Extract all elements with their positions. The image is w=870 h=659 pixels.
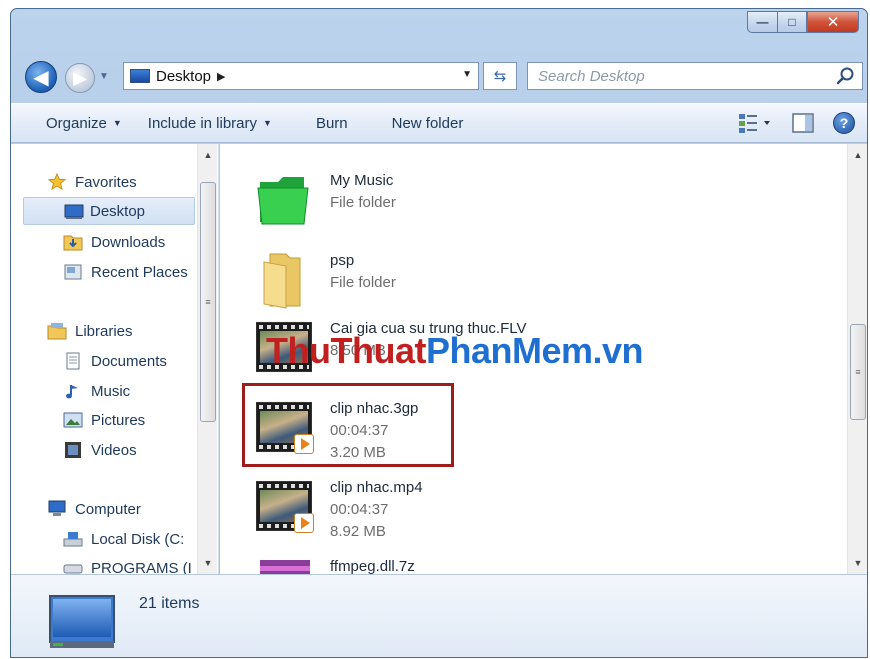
folder-icon [263, 253, 301, 309]
list-item-ffmpeg-archive[interactable]: ffmpeg.dll.7z [256, 554, 415, 574]
search-icon[interactable] [836, 66, 856, 86]
change-view-icon[interactable] [737, 112, 773, 134]
nav-item-recent-places[interactable]: Recent Places [63, 258, 188, 286]
file-duration: 00:04:37 [330, 501, 389, 518]
pictures-icon [63, 412, 83, 428]
nav-item-pictures[interactable]: Pictures [63, 406, 145, 434]
scroll-up-arrow-icon[interactable]: ▲ [198, 146, 218, 164]
caption-buttons: — □ ✕ [747, 11, 859, 33]
nav-label-local-disk: Local Disk (C: [91, 530, 185, 548]
nav-item-local-disk[interactable]: Local Disk (C: [63, 525, 184, 553]
back-button[interactable]: ◀ [25, 61, 57, 93]
list-item-psp[interactable]: psp File folder [256, 248, 396, 326]
play-icon [294, 513, 314, 533]
forward-button[interactable]: ▶ [65, 63, 95, 93]
preview-pane-icon[interactable] [791, 112, 815, 134]
nav-scrollbar[interactable]: ▲ ≡ ▼ [197, 144, 217, 574]
nav-item-music[interactable]: Music [63, 377, 130, 405]
scroll-down-arrow-icon[interactable]: ▼ [848, 554, 867, 572]
nav-computer[interactable]: Computer [47, 495, 141, 523]
file-name: psp [330, 252, 355, 269]
burn-label: Burn [315, 114, 348, 132]
nav-item-videos[interactable]: Videos [63, 436, 137, 464]
libraries-label: Libraries [75, 322, 133, 340]
include-in-library-menu[interactable]: Include in library ▼ [135, 104, 285, 142]
content-scrollbar[interactable]: ▲ ≡ ▼ [847, 144, 867, 574]
recent-places-icon [64, 264, 82, 280]
archive-icon [260, 560, 310, 574]
watermark-part-1: ThuThuat [266, 330, 426, 371]
libraries-icon [47, 323, 67, 340]
watermark: ThuThuatPhanMem.vn [266, 330, 644, 372]
scroll-thumb[interactable]: ≡ [850, 324, 866, 420]
star-icon [47, 173, 67, 191]
close-button[interactable]: ✕ [807, 11, 859, 33]
nav-label-videos: Videos [91, 441, 137, 459]
refresh-icon: ⇆ [493, 68, 507, 85]
desktop-icon [49, 595, 115, 648]
item-count: 21 items [139, 595, 200, 612]
list-item-my-music[interactable]: My Music File folder [256, 168, 396, 246]
details-pane: 21 items [11, 574, 867, 657]
videos-icon [65, 442, 81, 458]
chevron-down-icon: ▼ [263, 118, 272, 128]
organize-label: Organize [46, 114, 107, 132]
local-disk-icon [63, 532, 83, 547]
file-type: File folder [330, 194, 396, 211]
scroll-up-arrow-icon[interactable]: ▲ [848, 146, 867, 164]
computer-label: Computer [75, 500, 141, 518]
nav-item-desktop[interactable]: Desktop [23, 197, 195, 225]
green-folder-icon [257, 177, 309, 225]
minimize-button[interactable]: — [747, 11, 777, 33]
file-name: My Music [330, 172, 394, 189]
file-type: File folder [330, 274, 396, 291]
include-in-library-label: Include in library [147, 114, 258, 132]
search-box[interactable] [527, 62, 863, 90]
maximize-button[interactable]: □ [777, 11, 807, 33]
recent-pages-dropdown[interactable]: ▼ [99, 71, 109, 82]
list-item-clip-mp4[interactable]: clip nhac.mp4 00:04:37 8.92 MB [256, 475, 423, 553]
nav-label-desktop: Desktop [90, 202, 146, 220]
nav-label-recent-places: Recent Places [91, 263, 188, 281]
video-thumbnail-icon [256, 475, 314, 537]
new-folder-label: New folder [391, 114, 464, 132]
music-icon [66, 385, 78, 399]
nav-label-downloads: Downloads [91, 233, 166, 251]
navigation-pane: Favorites Desktop Downloads Recent Place… [11, 144, 219, 577]
organize-menu[interactable]: Organize ▼ [33, 104, 135, 142]
breadcrumb-arrow-icon[interactable]: ▶ [217, 70, 225, 83]
chevron-down-icon: ▼ [112, 118, 122, 128]
new-folder-button[interactable]: New folder [379, 104, 477, 142]
computer-icon [48, 500, 66, 516]
address-row: ◀ ▶ ▼ Desktop ▶ ▼ ⇆ [11, 59, 867, 95]
help-icon[interactable]: ? [833, 112, 855, 134]
favorites-label: Favorites [75, 173, 137, 191]
command-bar: Organize ▼ Include in library ▼ Burn New f… [11, 103, 867, 143]
nav-item-downloads[interactable]: Downloads [63, 228, 165, 256]
watermark-part-2: PhanMem.vn [425, 330, 644, 371]
desktop-icon [130, 69, 150, 83]
address-location[interactable]: Desktop [156, 68, 211, 85]
file-name: ffmpeg.dll.7z [330, 558, 415, 574]
scroll-thumb[interactable]: ≡ [200, 182, 216, 422]
nav-item-documents[interactable]: Documents [63, 347, 167, 375]
search-input[interactable] [538, 67, 818, 85]
desktop-icon [64, 204, 84, 219]
nav-favorites[interactable]: Favorites [47, 168, 137, 196]
view-controls: ? [737, 112, 855, 134]
nav-label-documents: Documents [91, 352, 167, 370]
downloads-folder-icon [63, 235, 83, 251]
address-bar[interactable]: Desktop ▶ ▼ [123, 62, 479, 90]
documents-icon [66, 352, 80, 370]
address-dropdown-icon[interactable]: ▼ [462, 69, 472, 80]
file-name: clip nhac.mp4 [330, 479, 423, 496]
nav-label-pictures: Pictures [91, 411, 146, 429]
nav-libraries[interactable]: Libraries [47, 317, 133, 345]
scroll-down-arrow-icon[interactable]: ▼ [198, 554, 218, 572]
nav-label-music: Music [91, 382, 131, 400]
file-size: 8.92 MB [330, 523, 386, 540]
highlight-frame [242, 383, 454, 467]
burn-button[interactable]: Burn [303, 104, 361, 142]
refresh-button[interactable]: ⇆ [483, 62, 517, 90]
